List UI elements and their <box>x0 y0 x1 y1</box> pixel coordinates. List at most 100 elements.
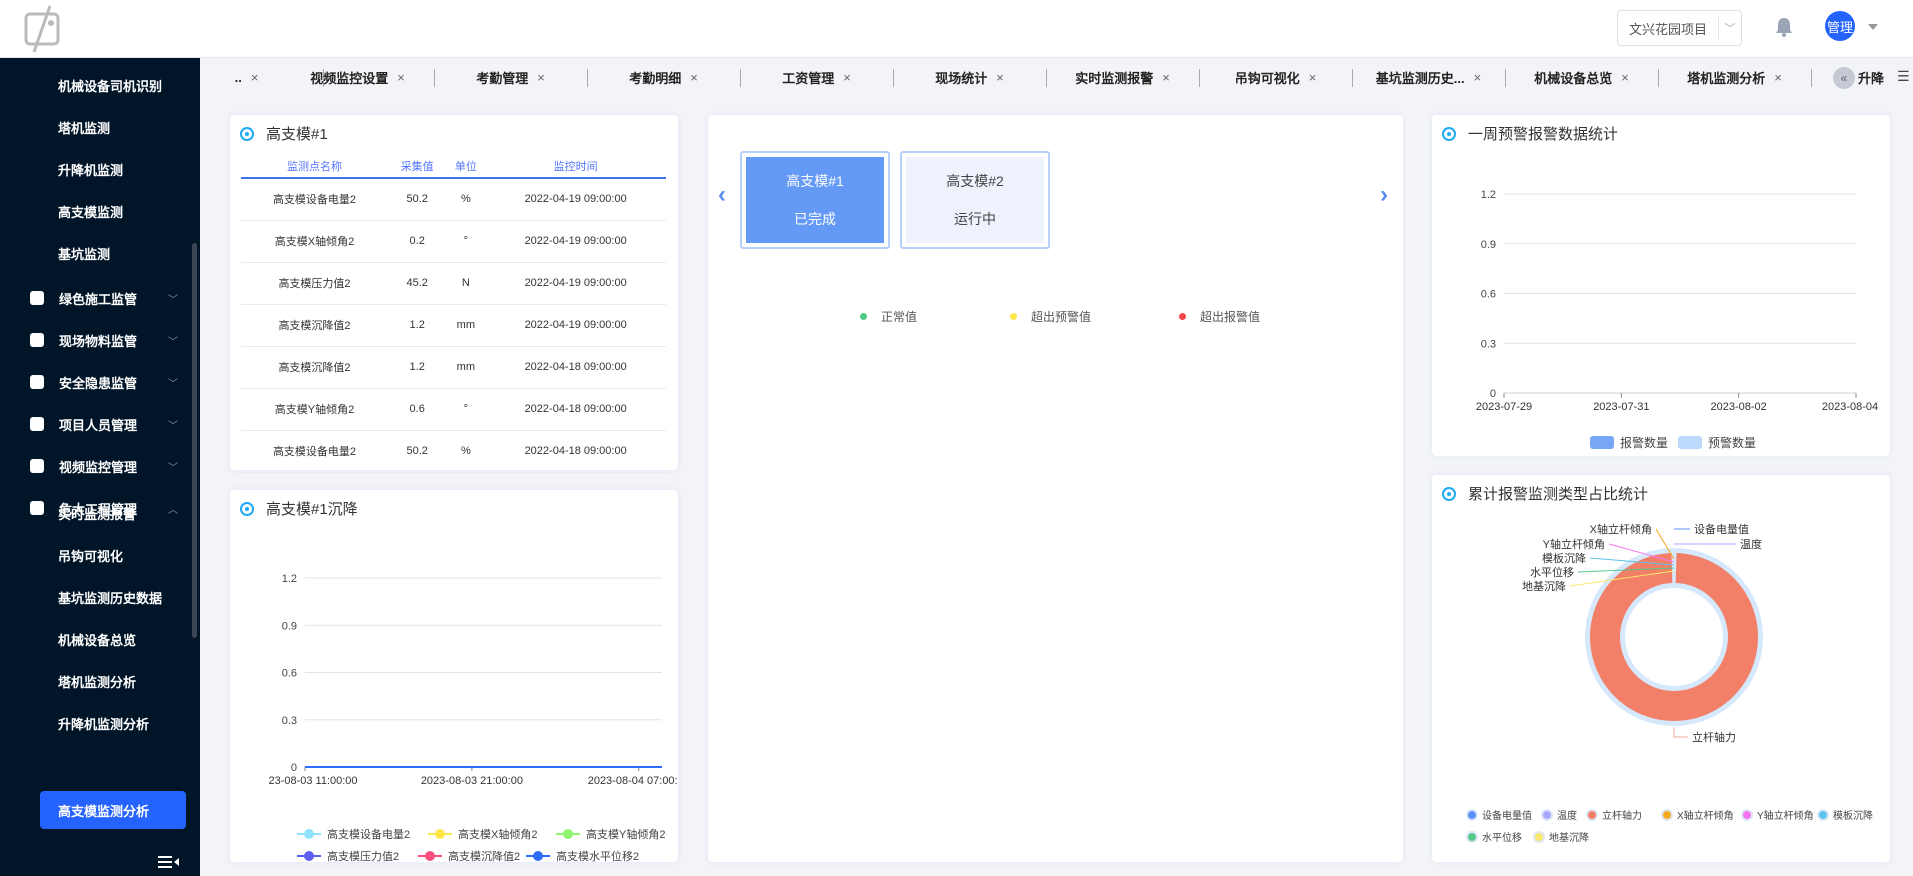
sidebar-item-active[interactable]: 高支模监测分析 <box>40 791 186 829</box>
tab[interactable]: 吊钩可视化 × <box>1199 58 1352 96</box>
sidebar-item[interactable]: 基坑监测 <box>0 235 192 271</box>
collapse-menu-icon[interactable] <box>158 854 180 870</box>
close-icon[interactable]: × <box>1162 70 1170 85</box>
legend-label: Y轴立杆倾角 <box>1757 809 1814 822</box>
column-header: 单位 <box>446 155 485 178</box>
tab-label: 工资管理 <box>782 68 834 87</box>
group-icon <box>30 459 44 473</box>
sidebar-item[interactable]: 吊钩可视化 <box>0 537 192 573</box>
sidebar-item[interactable]: 实时监测报警 <box>0 495 192 531</box>
legend-label: 报警数量 <box>1620 435 1668 450</box>
table-cell: ° <box>446 220 485 262</box>
legend-marker <box>533 851 543 861</box>
sidebar-group[interactable]: 项目人员管理﹀ <box>0 406 192 442</box>
x-tick-label: 2023-08-02 <box>1711 401 1767 413</box>
alarm-type-panel: 累计报警监测类型占比统计 设备电量值温度X轴立杆倾角Y轴立杆倾角模板沉降水平位移… <box>1432 475 1890 862</box>
close-icon[interactable]: × <box>1774 70 1782 85</box>
sidebar-item[interactable]: 升降机监测 <box>0 151 192 187</box>
user-avatar[interactable]: 管理 <box>1825 11 1855 41</box>
next-arrow-icon[interactable]: › <box>1380 181 1388 209</box>
project-select[interactable]: 文兴花园项目﹀ <box>1617 10 1742 46</box>
legend-label: 高支模沉降值2 <box>448 849 520 862</box>
legend-label: 高支模X轴倾角2 <box>458 827 537 841</box>
legend-marker <box>1818 810 1828 820</box>
table-cell: 1.2 <box>388 304 446 346</box>
tab[interactable]: 机械设备总览× <box>1505 58 1658 96</box>
tab[interactable]: 基坑监测历史... × <box>1352 58 1505 96</box>
tab-label: 吊钩可视化 <box>1235 68 1300 87</box>
tab[interactable]: 升降 <box>1851 58 1891 96</box>
sidebar-group-label: 安全隐患监管 <box>59 373 137 392</box>
close-icon[interactable]: × <box>843 70 851 85</box>
close-icon[interactable]: × <box>397 70 405 85</box>
sidebar-item[interactable]: 基坑监测历史数据 <box>0 579 192 615</box>
close-icon[interactable]: × <box>996 70 1004 85</box>
table-row: 高支模Y轴倾角20.6°2022-04-18 09:00:00 <box>241 388 666 430</box>
sidebar-group[interactable]: 绿色施工监管﹀ <box>0 280 192 316</box>
tab-label: 塔机监测分析 <box>1687 68 1765 87</box>
tab[interactable]: 实时监测报警× <box>1046 58 1199 96</box>
x-tick-label: 2023-08-04 <box>1822 401 1878 413</box>
table-cell: 2022-04-19 09:00:00 <box>485 178 666 220</box>
table-cell: 高支模Y轴倾角2 <box>241 388 388 430</box>
sidebar-item[interactable]: 塔机监测分析 <box>0 663 192 699</box>
tab-label: .. <box>235 70 242 85</box>
sidebar-item[interactable]: 高支模监测 <box>0 193 192 229</box>
sidebar-group[interactable]: 现场物料监管﹀ <box>0 322 192 358</box>
close-icon[interactable]: × <box>1621 70 1629 85</box>
tab[interactable]: 工资管理 × <box>740 58 893 96</box>
close-icon[interactable]: × <box>690 70 698 85</box>
table-cell: % <box>446 430 485 472</box>
tab[interactable]: 考勤管理× <box>434 58 587 96</box>
sidebar-group[interactable]: 安全隐患监管﹀ <box>0 364 192 400</box>
bell-icon[interactable] <box>1775 17 1793 37</box>
card-status: 运行中 <box>954 209 996 229</box>
close-icon[interactable]: × <box>251 70 259 85</box>
close-icon[interactable]: × <box>537 70 545 85</box>
table-row: 高支模X轴倾角20.2°2022-04-19 09:00:00 <box>241 220 666 262</box>
table-cell: N <box>446 262 485 304</box>
prev-arrow-icon[interactable]: ‹ <box>718 181 726 209</box>
table-row: 高支模设备电量250.2%2022-04-19 09:00:00 <box>241 178 666 220</box>
legend-label: 设备电量值 <box>1482 809 1532 822</box>
settlement-chart-panel: 高支模#1沉降 00.30.60.91.223-08-03 11:00:0020… <box>230 490 678 862</box>
top-header: 文兴花园项目﹀ 管理 <box>0 0 1913 58</box>
sidebar-scrollbar[interactable] <box>192 243 197 638</box>
sidebar-group[interactable]: 视频监控管理﹀ <box>0 448 192 484</box>
sidebar-group-label: 视频监控管理 <box>59 457 137 476</box>
group-icon <box>30 417 44 431</box>
table-cell: 高支模沉降值2 <box>241 304 388 346</box>
y-tick-label: 0.9 <box>1481 239 1496 251</box>
y-tick-label: 0.6 <box>1481 289 1496 301</box>
table-cell: 高支模沉降值2 <box>241 346 388 388</box>
formwork-card-1[interactable]: 高支模#1已完成 <box>740 151 890 249</box>
legend-label: 高支模压力值2 <box>327 849 399 862</box>
tab-label: 基坑监测历史... <box>1376 68 1465 87</box>
tab[interactable]: 视频监控设置× <box>281 58 434 96</box>
tab[interactable]: 考勤明细× <box>587 58 740 96</box>
formwork-card-2[interactable]: 高支模#2运行中 <box>900 151 1050 249</box>
tab-label: 升降 <box>1858 68 1884 87</box>
sidebar-item[interactable]: 升降机监测分析 <box>0 705 192 741</box>
tab-bar: « ☰ ..×视频监控设置×考勤管理×考勤明细×工资管理×现场统计×实时监测报警… <box>200 58 1913 96</box>
table-cell: 2022-04-18 09:00:00 <box>485 346 666 388</box>
tab[interactable]: 现场统计× <box>893 58 1046 96</box>
column-header: 监控时间 <box>485 155 666 178</box>
table-row: 高支模设备电量250.2%2022-04-18 09:00:00 <box>241 430 666 472</box>
column-header: 监测点名称 <box>241 155 388 178</box>
sidebar-item[interactable]: 机械设备总览 <box>0 621 192 657</box>
close-icon[interactable]: × <box>1474 70 1482 85</box>
close-icon[interactable]: × <box>1309 70 1317 85</box>
chevron-down-icon: ﹀ <box>168 417 178 432</box>
sidebar-item[interactable]: 机械设备司机识别 <box>0 67 192 103</box>
legend-marker <box>425 851 435 861</box>
legend-swatch <box>1590 436 1614 449</box>
center-panel: ‹ › 高支模#1已完成 高支模#2运行中 正常值 超出预警值 超出报警值 <box>708 115 1403 862</box>
caret-down-icon[interactable] <box>1868 24 1878 30</box>
slice-label: 地基沉降 <box>1522 579 1566 593</box>
weekly-alarm-bar-chart: 00.30.60.91.22023-07-292023-07-312023-08… <box>1432 115 1890 456</box>
sidebar-item[interactable]: 塔机监测 <box>0 109 192 145</box>
tab[interactable]: 塔机监测分析 × <box>1658 58 1811 96</box>
table-cell: mm <box>446 304 485 346</box>
menu-icon[interactable]: ☰ <box>1897 68 1911 85</box>
